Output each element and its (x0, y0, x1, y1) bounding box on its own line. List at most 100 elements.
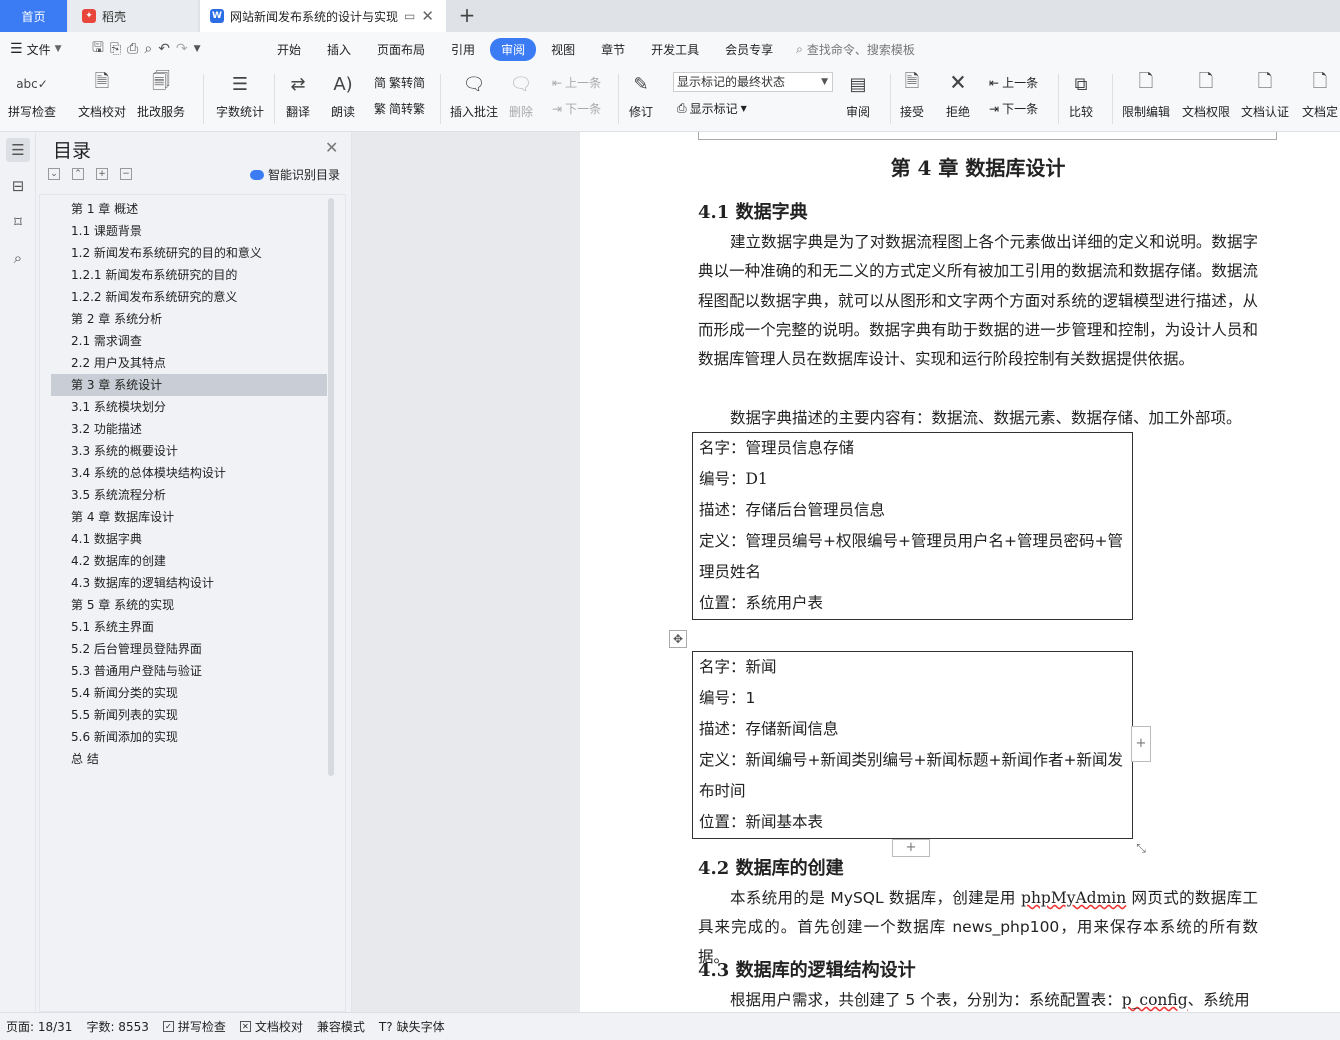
document-page[interactable]: 第 4 章 数据库设计 4.1 数据字典 建立数据字典是为了对数据流程图上各个元… (580, 132, 1340, 1012)
menu-start[interactable]: 开始 (266, 38, 312, 61)
window-restore-icon[interactable]: ▭ (404, 9, 415, 23)
compat-mode[interactable]: 兼容模式 (317, 1018, 365, 1035)
bookmark-icon[interactable]: ⌑ (6, 210, 30, 234)
missing-font-button[interactable]: T? 缺失字体 (379, 1018, 445, 1035)
remove-heading-icon[interactable]: − (120, 168, 132, 180)
toc-item[interactable]: 3.2 功能描述 (51, 418, 327, 440)
restrict-edit-button[interactable]: 🗋 限制编辑 (1122, 70, 1170, 120)
toc-item[interactable]: 第 2 章 系统分析 (51, 308, 327, 330)
prev-change-button[interactable]: ⇤ 上一条 (989, 74, 1038, 91)
toc-item[interactable]: 第 1 章 概述 (51, 198, 327, 220)
spellcheck-button[interactable]: abc✓ 拼写检查 (8, 70, 56, 120)
export-pdf-icon[interactable]: ⎘ (110, 41, 121, 57)
smart-toc-button[interactable]: 智能识别目录 (250, 166, 340, 183)
menu-insert[interactable]: 插入 (316, 38, 362, 61)
toc-item[interactable]: 4.3 数据库的逻辑结构设计 (51, 572, 327, 594)
menu-references[interactable]: 引用 (440, 38, 486, 61)
batch-service-button[interactable]: 🗐 批改服务 (137, 70, 185, 120)
file-menu[interactable]: ☰ 文件 ▼ (0, 41, 86, 58)
accept-button[interactable]: 🗎 接受 (899, 70, 925, 120)
dictionary-box-admin[interactable]: 名字：管理员信息存储 编号：D1 描述：存储后台管理员信息 定义：管理员编号+权… (692, 432, 1133, 620)
insert-comment-button[interactable]: 🗨 插入批注 (450, 70, 498, 120)
menu-developer[interactable]: 开发工具 (640, 38, 710, 61)
menu-member[interactable]: 会员专享 (714, 38, 784, 61)
toc-item[interactable]: 2.1 需求调查 (51, 330, 327, 352)
next-comment-button[interactable]: ⇥ 下一条 (552, 100, 601, 117)
word-count-icon: ☰ (231, 73, 249, 95)
to-traditional-button[interactable]: 繁 简转繁 (374, 100, 425, 117)
review-pane-button[interactable]: ▤ 审阅 (845, 70, 871, 120)
markup-state-select[interactable]: 显示标记的最终状态 ▼ (673, 72, 833, 92)
spellcheck-toggle[interactable]: ✓ 拼写检查 (162, 1018, 226, 1035)
toc-item[interactable]: 5.4 新闻分类的实现 (51, 682, 327, 704)
toc-panel-icon[interactable]: ☰ (6, 138, 30, 162)
toc-item[interactable]: 4.2 数据库的创建 (51, 550, 327, 572)
proofread-toggle[interactable]: ✕ 文档校对 (239, 1018, 303, 1035)
translate-button[interactable]: ⇄ 翻译 (285, 70, 311, 120)
print-preview-icon[interactable]: ⌕ (144, 41, 152, 57)
close-tab-icon[interactable]: ✕ (421, 7, 434, 25)
save-icon[interactable]: 🖫 (92, 37, 104, 61)
toc-item[interactable]: 1.2.2 新闻发布系统研究的意义 (51, 286, 327, 308)
toc-item[interactable]: 3.3 系统的概要设计 (51, 440, 327, 462)
toc-item[interactable]: 3.4 系统的总体模块结构设计 (51, 462, 327, 484)
delete-comment-button[interactable]: 🗨 删除 (508, 70, 534, 120)
toc-item[interactable]: 第 4 章 数据库设计 (51, 506, 327, 528)
tab-daoke[interactable]: ✦ 稻壳 (68, 0, 198, 32)
chevron-down-icon[interactable]: ▼ (194, 44, 201, 54)
chapter-nav-icon[interactable]: ⊟ (6, 174, 30, 198)
command-search[interactable]: ⌕ 查找命令、搜索模板 (796, 41, 915, 58)
menu-page-layout[interactable]: 页面布局 (366, 38, 436, 61)
toc-scrollbar[interactable] (328, 198, 334, 776)
toc-item[interactable]: 5.5 新闻列表的实现 (51, 704, 327, 726)
dictionary-box-news[interactable]: 名字：新闻 编号：1 描述：存储新闻信息 定义：新闻编号+新闻类别编号+新闻标题… (692, 651, 1133, 839)
toc-item[interactable]: 5.6 新闻添加的实现 (51, 726, 327, 748)
redo-icon[interactable]: ↷ (176, 41, 188, 57)
add-column-button[interactable]: + (1131, 726, 1151, 762)
tab-home[interactable]: 首页 (0, 0, 67, 32)
toc-item[interactable]: 1.2 新闻发布系统研究的目的和意义 (51, 242, 327, 264)
word-count-indicator[interactable]: 字数: 8553 (86, 1018, 148, 1035)
close-icon[interactable]: ✕ (325, 138, 338, 157)
toc-item[interactable]: 3.1 系统模块划分 (51, 396, 327, 418)
toc-item[interactable]: 1.1 课题背景 (51, 220, 327, 242)
show-markup-button[interactable]: ⎙ 显示标记 ▼ (677, 100, 747, 117)
add-row-button[interactable]: + (892, 839, 930, 857)
toc-item[interactable]: 3.5 系统流程分析 (51, 484, 327, 506)
tab-document[interactable]: W 网站新闻发布系统的设计与实现 ▭ ✕ (200, 0, 446, 32)
table-move-handle-icon[interactable]: ✥ (669, 630, 687, 648)
undo-icon[interactable]: ↶ (158, 41, 170, 57)
toc-item[interactable]: 第 3 章 系统设计 (51, 374, 327, 396)
next-change-button[interactable]: ⇥ 下一条 (989, 100, 1038, 117)
add-heading-icon[interactable]: + (96, 168, 108, 180)
reject-button[interactable]: 🗙 拒绝 (945, 70, 971, 120)
prev-comment-button[interactable]: ⇤ 上一条 (552, 74, 601, 91)
menu-review[interactable]: 审阅 (490, 37, 537, 61)
toc-item[interactable]: 5.1 系统主界面 (51, 616, 327, 638)
doc-proof-button[interactable]: 🗎 文档校对 (78, 70, 126, 120)
toc-item[interactable]: 1.2.1 新闻发布系统研究的目的 (51, 264, 327, 286)
read-aloud-button[interactable]: A) 朗读 (330, 70, 356, 120)
toc-item[interactable]: 总 结 (51, 748, 327, 770)
toc-item[interactable]: 2.2 用户及其特点 (51, 352, 327, 374)
compare-button[interactable]: ⧉ 比较 (1068, 70, 1094, 120)
revise-button[interactable]: ✎ 修订 (628, 70, 654, 120)
menu-section[interactable]: 章节 (590, 38, 636, 61)
toc-item[interactable]: 5.2 后台管理员登陆界面 (51, 638, 327, 660)
doc-permission-button[interactable]: 🗋 文档权限 (1182, 70, 1230, 120)
word-count-button[interactable]: ☰ 字数统计 (216, 70, 264, 120)
collapse-all-icon[interactable]: ⌄ (48, 168, 60, 180)
menu-view[interactable]: 视图 (540, 38, 586, 61)
toc-item[interactable]: 5.3 普通用户登陆与验证 (51, 660, 327, 682)
new-tab-icon[interactable]: + (456, 4, 478, 26)
doc-final-button[interactable]: 🗋 文档定 (1302, 70, 1338, 120)
expand-all-icon[interactable]: ⌃ (72, 168, 84, 180)
doc-certify-button[interactable]: 🗋 文档认证 (1241, 70, 1289, 120)
table-resize-icon[interactable]: ⤡ (1132, 839, 1150, 857)
toc-item[interactable]: 第 5 章 系统的实现 (51, 594, 327, 616)
to-simplified-button[interactable]: 简 繁转简 (374, 74, 425, 91)
page-indicator[interactable]: 页面: 18/31 (6, 1018, 72, 1035)
toc-item[interactable]: 4.1 数据字典 (51, 528, 327, 550)
print-icon[interactable]: ⎙ (127, 41, 138, 57)
search-icon[interactable]: ⌕ (6, 246, 30, 270)
